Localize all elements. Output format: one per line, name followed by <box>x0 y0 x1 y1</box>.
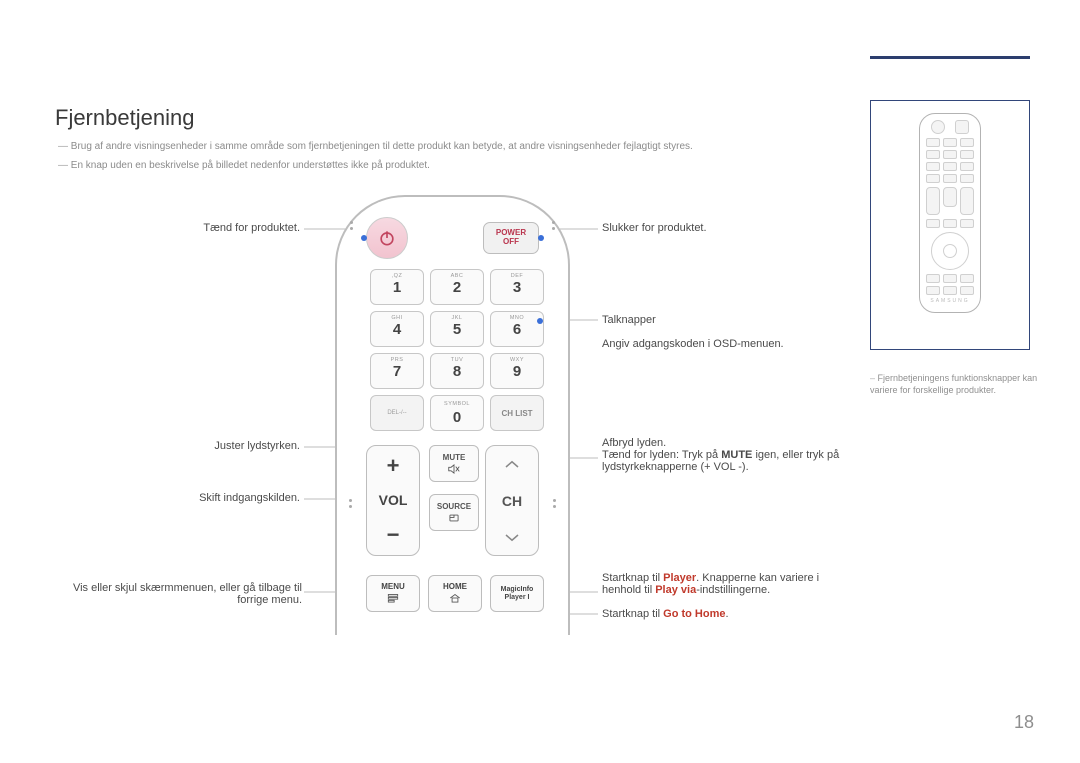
key-7[interactable]: PRS7 <box>370 353 424 389</box>
key-2[interactable]: ABC2 <box>430 269 484 305</box>
vol-rocker[interactable]: + VOL − <box>366 445 420 556</box>
vol-up: + <box>387 453 400 479</box>
callout-home: Startknap til Go to Home. <box>602 608 862 620</box>
power-off-button[interactable]: POWER OFF <box>483 222 539 254</box>
callout-numkeys: Talknapper Angiv adgangskoden i OSD-menu… <box>602 314 842 350</box>
callout-power-off: Slukker for produktet. <box>602 222 842 234</box>
mute-button[interactable]: MUTE <box>429 445 479 482</box>
mini-remote: SAMSUNG <box>919 113 981 313</box>
brand-label: SAMSUNG <box>920 298 980 304</box>
power-on-button[interactable] <box>366 217 408 259</box>
callout-menu: Vis eller skjul skærmmenuen, eller gå ti… <box>40 582 302 606</box>
key-1[interactable]: ,QZ1 <box>370 269 424 305</box>
callout-volume: Juster lydstyrken. <box>110 440 300 452</box>
key-3[interactable]: DEF3 <box>490 269 544 305</box>
remote-illustration: POWER OFF ,QZ1 ABC2 DEF3 GHI4 JKL5 MNO6 … <box>335 195 570 635</box>
leader-dot <box>537 318 543 324</box>
deco-dots <box>552 221 555 230</box>
menu-icon <box>386 592 400 604</box>
note-2: En knap uden en beskrivelse på billedet … <box>58 159 838 172</box>
key-4[interactable]: GHI4 <box>370 311 424 347</box>
ch-rocker[interactable]: CH <box>485 445 539 556</box>
callout-source: Skift indgangskilden. <box>110 492 300 504</box>
source-icon <box>447 512 461 524</box>
ch-label: CH <box>502 493 522 509</box>
home-icon <box>448 592 462 604</box>
header-rule <box>870 56 1030 59</box>
callout-mute: Afbryd lyden. Tænd for lyden: Tryk på MU… <box>602 437 862 473</box>
key-0[interactable]: SYMBOL 0 <box>430 395 484 431</box>
leader-dot <box>361 235 367 241</box>
page-title: Fjernbetjening <box>55 105 194 131</box>
key-6[interactable]: MNO6 <box>490 311 544 347</box>
deco-dots <box>350 221 353 230</box>
key-5[interactable]: JKL5 <box>430 311 484 347</box>
deco-dots <box>553 499 556 508</box>
chevron-down-icon <box>503 532 521 544</box>
leader-dot <box>538 235 544 241</box>
panel-note: Fjernbetjeningens funktionsknapper kan v… <box>870 372 1040 396</box>
key-chlist[interactable]: CH LIST <box>490 395 544 431</box>
vol-label: VOL <box>379 492 408 508</box>
source-button[interactable]: SOURCE <box>429 494 479 531</box>
mini-remote-panel: SAMSUNG <box>870 100 1030 350</box>
number-keypad: ,QZ1 ABC2 DEF3 GHI4 JKL5 MNO6 PRS7 TUV8 … <box>370 269 544 431</box>
callout-power-on: Tænd for produktet. <box>110 222 300 234</box>
key-del[interactable]: DEL-/-- <box>370 395 424 431</box>
key-9[interactable]: WXY9 <box>490 353 544 389</box>
deco-dots <box>349 499 352 508</box>
chevron-up-icon <box>503 458 521 470</box>
callout-magicinfo: Startknap til Player. Knapperne kan vari… <box>602 572 862 596</box>
note-1: Brug af andre visningsenheder i samme om… <box>58 140 838 153</box>
home-button[interactable]: HOME <box>428 575 482 612</box>
vol-down: − <box>387 522 400 548</box>
page-number: 18 <box>1014 712 1034 733</box>
menu-button[interactable]: MENU <box>366 575 420 612</box>
key-8[interactable]: TUV8 <box>430 353 484 389</box>
magicinfo-button[interactable]: MagicInfo Player I <box>490 575 544 612</box>
mute-icon <box>447 463 461 475</box>
power-off-l2: OFF <box>503 238 519 247</box>
